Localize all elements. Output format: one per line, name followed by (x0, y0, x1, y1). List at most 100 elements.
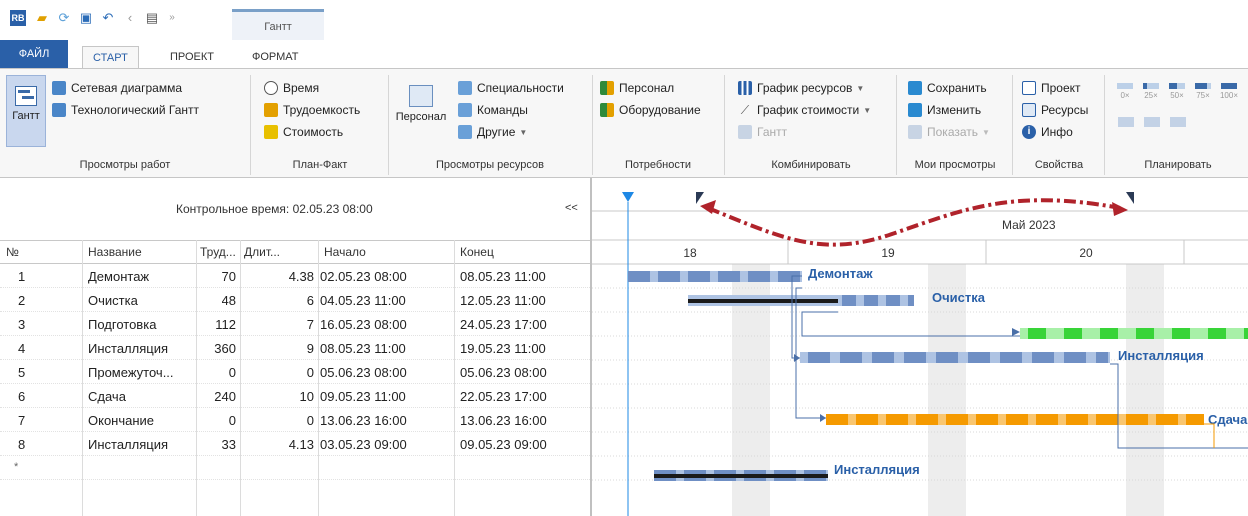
header-name[interactable]: Название (88, 245, 142, 259)
table-row[interactable]: 5 Промежуточ... 0 0 05.06.23 08:00 05.06.23 0… (0, 360, 590, 384)
network-diagram-button[interactable]: Сетевая диаграмма (52, 81, 182, 95)
task-bar-demolition[interactable] (628, 271, 802, 282)
row-start-cell[interactable]: 03.05.23 09:00 (320, 437, 407, 452)
row-start-cell[interactable]: 05.06.23 08:00 (320, 365, 407, 380)
row-name-cell[interactable]: Инсталляция (88, 341, 194, 356)
tab-project[interactable]: ПРОЕКТ (170, 51, 214, 63)
row-labor-cell[interactable]: 0 (229, 413, 236, 428)
specialties-button[interactable]: Специальности (458, 81, 564, 95)
control-time-marker[interactable] (622, 192, 634, 202)
row-end-cell[interactable]: 22.05.23 17:00 (460, 389, 547, 404)
row-num-cell[interactable]: 6 (18, 389, 38, 404)
others-dropdown[interactable]: Другие ▼ (458, 125, 527, 139)
row-duration-cell[interactable]: 9 (307, 341, 314, 356)
row-num-cell[interactable]: 3 (18, 317, 38, 332)
row-duration-cell[interactable]: 0 (307, 413, 314, 428)
row-name-cell[interactable]: Очистка (88, 293, 194, 308)
row-num-cell[interactable]: 1 (18, 269, 38, 284)
date-marker-right[interactable] (1126, 192, 1134, 204)
row-name-cell[interactable]: Инсталляция (88, 437, 194, 452)
row-end-cell[interactable]: 19.05.23 11:00 (460, 341, 546, 356)
teams-button[interactable]: Команды (458, 103, 528, 117)
row-duration-cell[interactable]: 6 (307, 293, 314, 308)
split-icon[interactable] (1144, 117, 1160, 127)
header-start[interactable]: Начало (324, 245, 366, 259)
tab-start[interactable]: СТАРТ (82, 46, 139, 69)
collapse-grid-button[interactable]: << (565, 202, 578, 214)
table-row[interactable]: 4 Инсталляция 360 9 08.05.23 11:00 19.05.23 1… (0, 336, 590, 360)
show-view-dropdown[interactable]: Показать ▼ (908, 125, 990, 139)
header-duration[interactable]: Длит... (244, 245, 282, 259)
header-num[interactable]: № (6, 245, 19, 259)
refresh-icon[interactable]: ⟳ (56, 10, 72, 26)
row-labor-cell[interactable]: 70 (222, 269, 236, 284)
tab-file[interactable]: ФАЙЛ (0, 40, 68, 68)
row-end-cell[interactable]: 08.05.23 11:00 (460, 269, 546, 284)
resource-chart-dropdown[interactable]: График ресурсов ▼ (738, 81, 864, 95)
table-row[interactable]: 2 Очистка 48 6 04.05.23 11:00 12.05.23 11:00 (0, 288, 590, 312)
row-num-cell[interactable]: 4 (18, 341, 38, 356)
gantt-view-button[interactable]: Гантт (6, 75, 46, 147)
plan-percent-button[interactable]: 0× (1114, 83, 1136, 100)
row-labor-cell[interactable]: 240 (214, 389, 236, 404)
resources-properties-button[interactable]: Ресурсы (1022, 103, 1088, 117)
row-duration-cell[interactable]: 4.38 (289, 269, 314, 284)
customize-toolbar-icon[interactable]: » (164, 10, 180, 26)
row-duration-cell[interactable]: 0 (307, 365, 314, 380)
table-row[interactable]: 8 Инсталляция 33 4.13 03.05.23 09:00 09.05.23… (0, 432, 590, 456)
row-labor-cell[interactable]: 360 (214, 341, 236, 356)
table-row[interactable]: 1 Демонтаж 70 4.38 02.05.23 08:00 08.05.23 11… (0, 264, 590, 288)
header-labor[interactable]: Труд... (200, 245, 238, 259)
time-button[interactable]: Время (264, 81, 319, 95)
table-row[interactable]: 6 Сдача 240 10 09.05.23 11:00 22.05.23 17:00 (0, 384, 590, 408)
row-labor-cell[interactable]: 33 (222, 437, 236, 452)
table-row[interactable]: 3 Подготовка 112 7 16.05.23 08:00 24.05.23 17… (0, 312, 590, 336)
cost-button[interactable]: Стоимость (264, 125, 343, 139)
row-end-cell[interactable]: 13.06.23 16:00 (460, 413, 547, 428)
needs-staff-button[interactable]: Персонал (600, 81, 674, 95)
plan-percent-button[interactable]: 75× (1192, 83, 1214, 100)
plan-percent-button[interactable]: 25× (1140, 83, 1162, 100)
back-icon[interactable]: ‹ (122, 10, 138, 26)
combine-gantt-button[interactable]: Гантт (738, 125, 787, 139)
row-end-cell[interactable]: 05.06.23 08:00 (460, 365, 547, 380)
staff-view-button[interactable]: Персонал (394, 75, 448, 147)
edit-view-button[interactable]: Изменить (908, 103, 981, 117)
row-name-cell[interactable]: Демонтаж (88, 269, 194, 284)
row-end-cell[interactable]: 09.05.23 09:00 (460, 437, 547, 452)
row-num-cell[interactable]: 5 (18, 365, 38, 380)
needs-equipment-button[interactable]: Оборудование (600, 103, 701, 117)
tech-gantt-button[interactable]: Технологический Гантт (52, 103, 199, 117)
row-name-cell[interactable]: Промежуточ... (88, 365, 194, 380)
row-start-cell[interactable]: 13.06.23 16:00 (320, 413, 407, 428)
row-num-cell[interactable]: 7 (18, 413, 38, 428)
row-start-cell[interactable]: 09.05.23 11:00 (320, 389, 406, 404)
row-duration-cell[interactable]: 4.13 (289, 437, 314, 452)
row-num-cell[interactable]: 8 (18, 437, 38, 452)
open-folder-icon[interactable]: ▰ (34, 10, 50, 26)
row-name-cell[interactable]: Подготовка (88, 317, 194, 332)
row-start-cell[interactable]: 08.05.23 11:00 (320, 341, 406, 356)
date-marker-left[interactable] (696, 192, 704, 204)
labor-button[interactable]: Трудоемкость (264, 103, 360, 117)
undo-icon[interactable]: ↶ (100, 10, 116, 26)
row-duration-cell[interactable]: 7 (307, 317, 314, 332)
row-labor-cell[interactable]: 48 (222, 293, 236, 308)
row-num-cell[interactable]: 2 (18, 293, 38, 308)
row-end-cell[interactable]: 12.05.23 11:00 (460, 293, 546, 308)
header-end[interactable]: Конец (460, 245, 494, 259)
row-labor-cell[interactable]: 112 (215, 317, 236, 332)
row-labor-cell[interactable]: 0 (229, 365, 236, 380)
unlink-icon[interactable] (1170, 117, 1186, 127)
view-menu-icon[interactable]: ▤ (144, 10, 160, 26)
link-icon[interactable] (1118, 117, 1134, 127)
table-row[interactable]: 7 Окончание 0 0 13.06.23 16:00 13.06.23 16:00 (0, 408, 590, 432)
row-start-cell[interactable]: 04.05.23 11:00 (320, 293, 406, 308)
plan-percent-button[interactable]: 50× (1166, 83, 1188, 100)
project-properties-button[interactable]: Проект (1022, 81, 1081, 95)
tab-format[interactable]: ФОРМАТ (252, 51, 299, 63)
save-view-button[interactable]: Сохранить (908, 81, 987, 95)
row-start-cell[interactable]: 02.05.23 08:00 (320, 269, 407, 284)
cost-chart-dropdown[interactable]: ⟋ График стоимости ▼ (738, 103, 871, 117)
row-name-cell[interactable]: Сдача (88, 389, 194, 404)
